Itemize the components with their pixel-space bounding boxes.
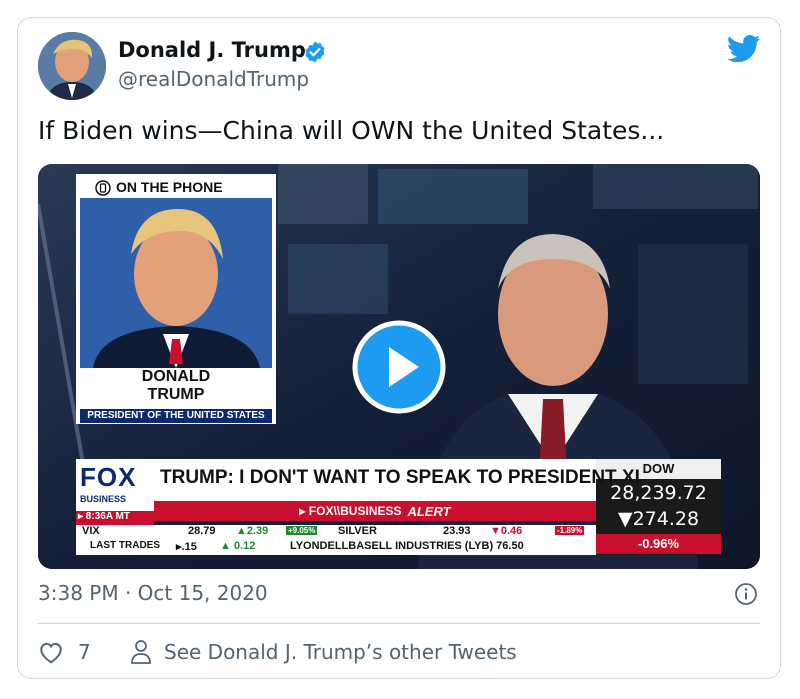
alert-word: ALERT [407,503,451,519]
clock: ▸ 8:36A MT [78,511,130,522]
alert-brand: ▸ FOX\\BUSINESS [299,504,402,518]
like-count: 7 [78,640,91,664]
silver-label: SILVER [338,525,377,537]
author-name[interactable]: Donald J. Trump [118,38,306,62]
guest-last-name: TRUMP [147,386,205,403]
vix-label: VIX [82,525,100,537]
trade1-change: ▲ 0.12 [220,540,256,552]
twitter-bird-icon[interactable] [727,34,761,64]
dow-pct: -0.96% [637,536,680,551]
see-other-tweets-link[interactable]: See Donald J. Trump’s other Tweets [130,638,517,666]
last-trades-label: LAST TRADES [90,540,160,551]
tweet-timestamp[interactable]: 3:38 PM · Oct 15, 2020 [38,581,268,605]
silver-change: ▼0.46 [490,525,523,537]
alert-bar: ▸ FOX\\BUSINESS ALERT [154,501,596,521]
silver-pct: -1.89% [555,526,585,535]
tweet-text: If Biden wins—China will OWN the United … [38,116,665,145]
trade1: ▸.15 [176,541,197,553]
play-button-icon[interactable] [351,319,447,415]
dow-change: ▼274.28 [617,508,700,530]
guest-first-name: DONALD [141,368,211,385]
trade2: LYONDELLBASELL INDUSTRIES (LYB) 76.50 [290,540,524,552]
network-sub: BUSINESS [80,494,127,504]
dow-value: 28,239.72 [610,482,707,504]
dow-label: DOW [642,461,675,476]
guest-title: PRESIDENT OF THE UNITED STATES [87,410,265,421]
see-other-tweets-label: See Donald J. Trump’s other Tweets [164,640,517,664]
divider [38,623,760,624]
network-logo: FOX [80,462,137,492]
profile-icon [131,640,151,664]
avatar[interactable] [38,32,106,100]
vix-value: 28.79 [188,525,216,537]
like-button[interactable]: 7 [38,638,91,666]
info-icon[interactable] [734,582,758,606]
vix-change: ▲2.39 [236,525,269,537]
phone-icon [95,180,111,196]
on-the-phone-label: ON THE PHONE [116,179,223,195]
silver-value: 23.93 [443,525,471,537]
video-player[interactable]: ON THE PHONE DONALD TRUMP PRESIDENT OF T… [38,164,760,569]
heart-icon [40,642,62,664]
vix-pct: +9.05% [286,526,318,535]
verified-badge-icon [305,41,325,63]
headline: TRUMP: I DON'T WANT TO SPEAK TO PRESIDEN… [160,467,640,488]
avatar-image [38,32,106,100]
author-handle[interactable]: @realDonaldTrump [118,67,309,91]
